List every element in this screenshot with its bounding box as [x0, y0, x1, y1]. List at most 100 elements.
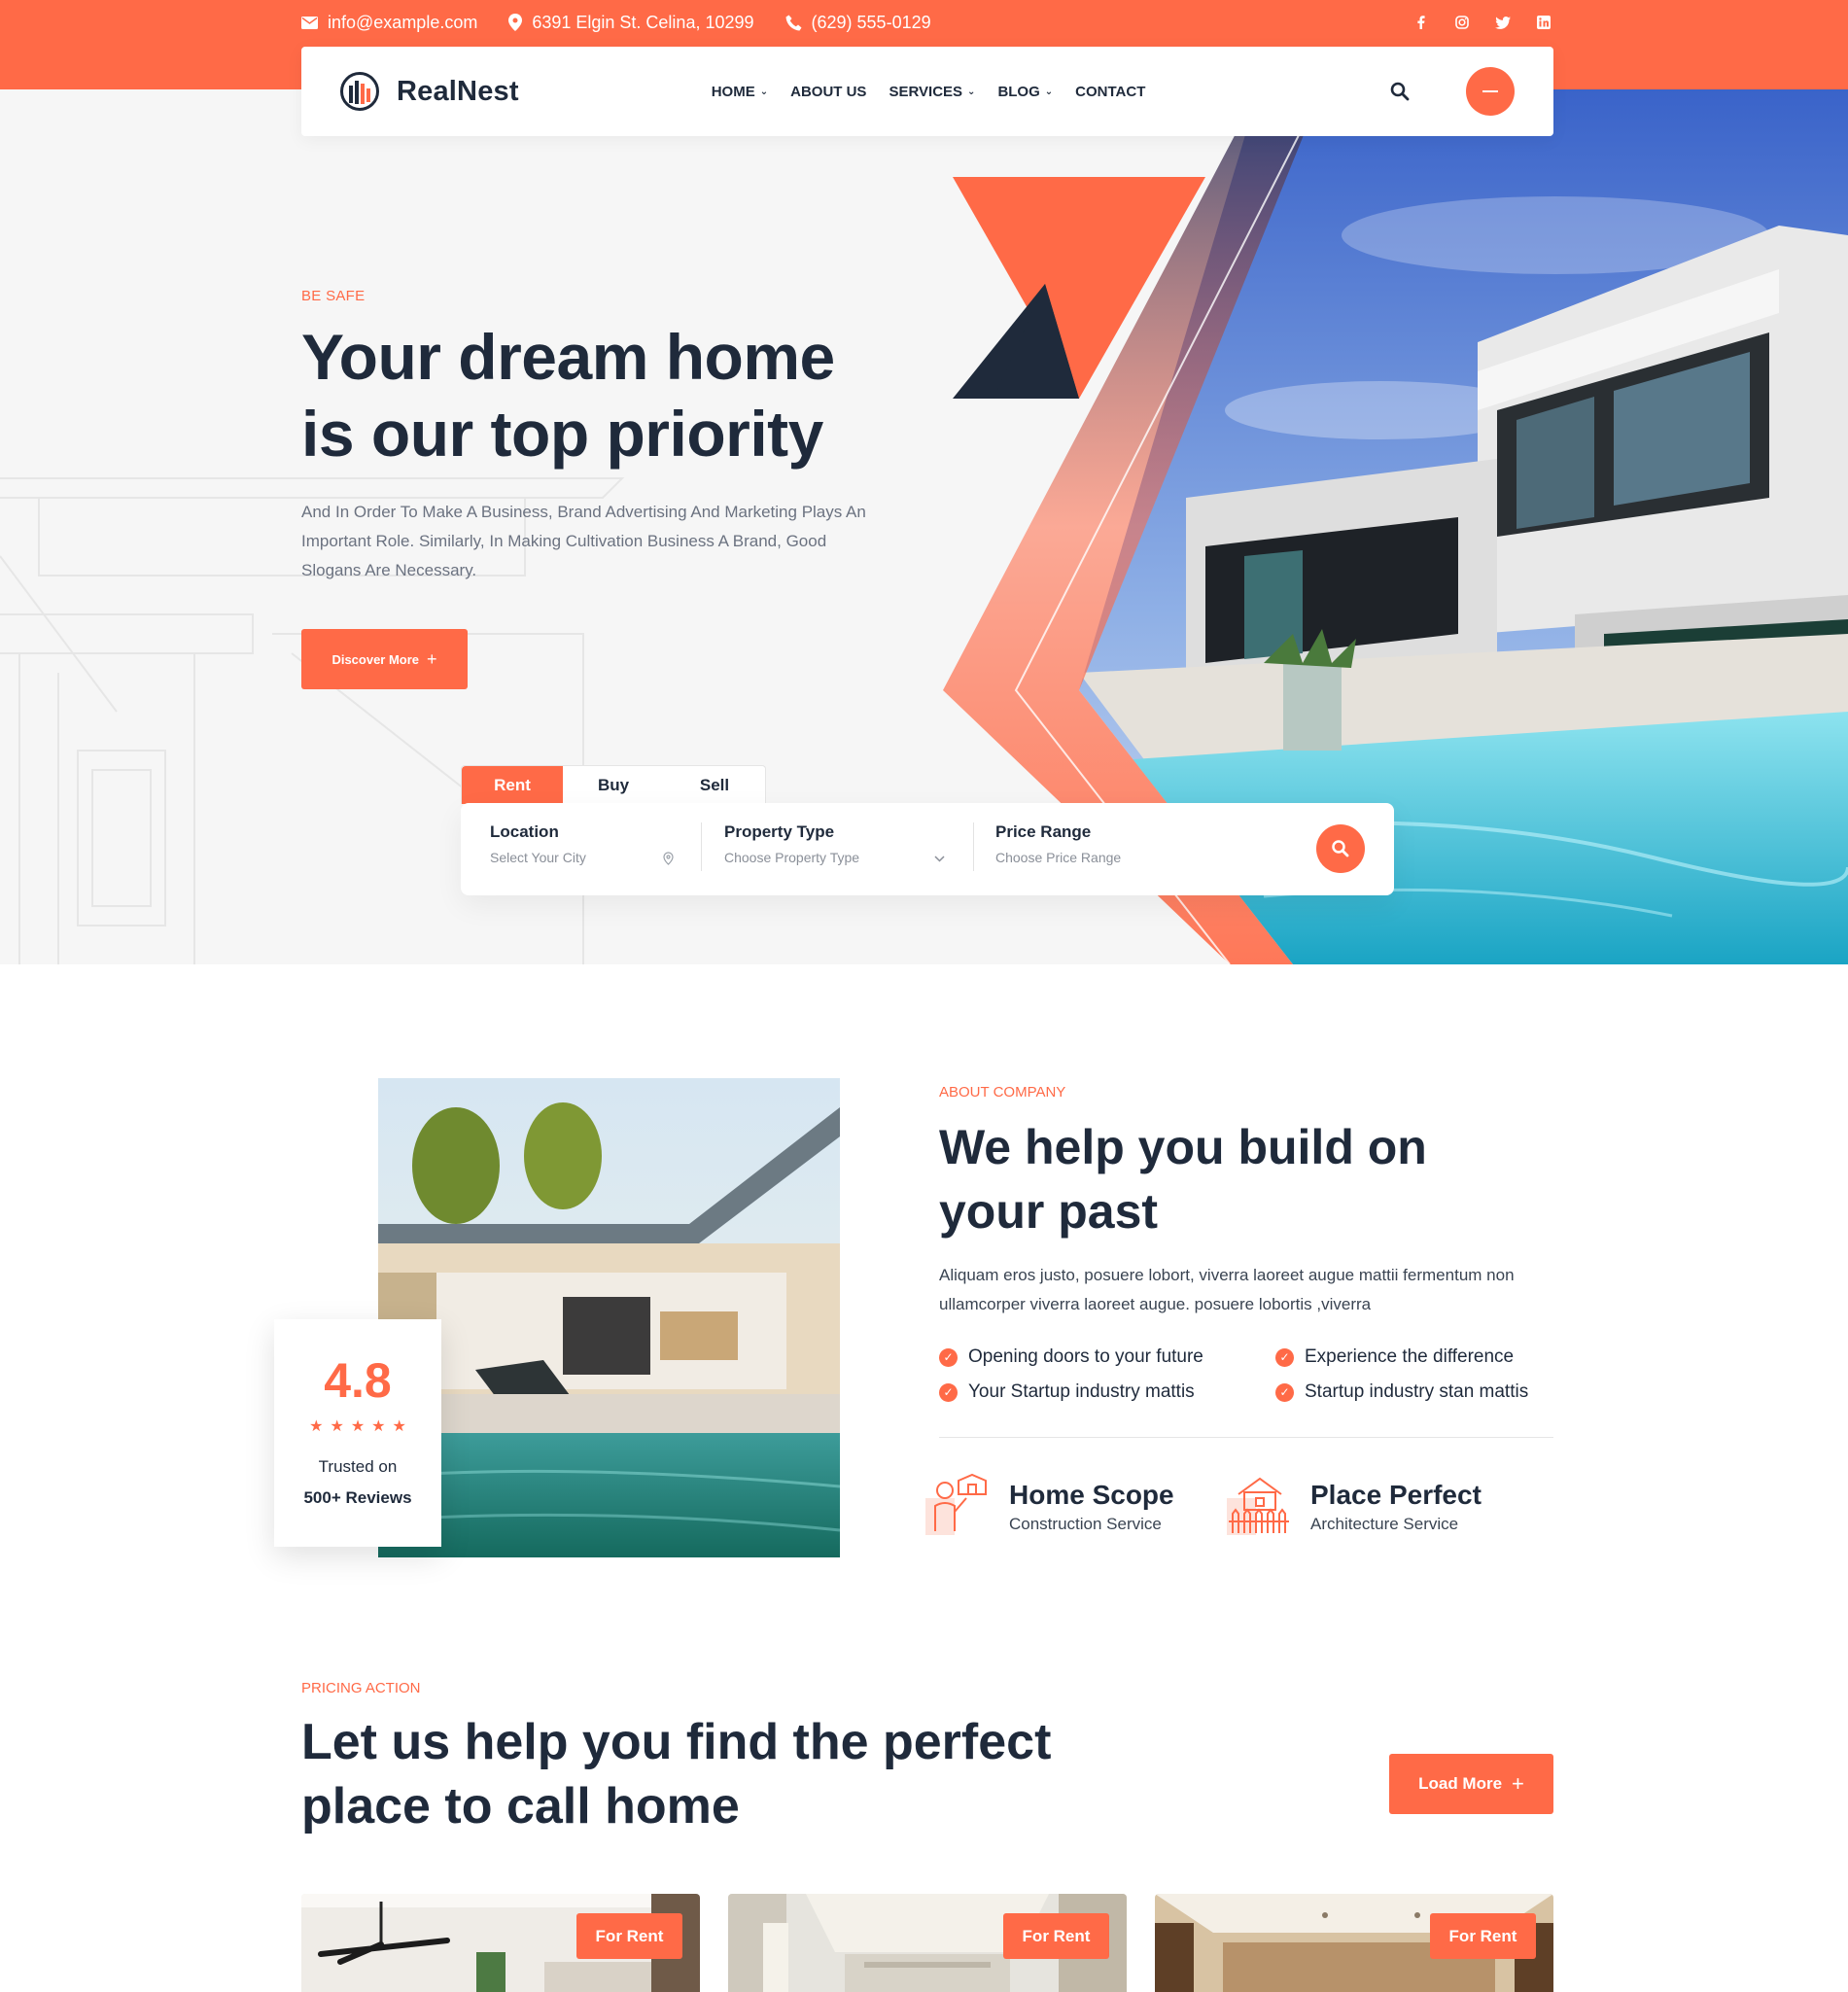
price-range-field[interactable]: Price Range Choose Price Range	[995, 822, 1121, 865]
nav-home[interactable]: HOME ⌄	[712, 84, 768, 100]
chevron-down-icon: ⌄	[967, 86, 976, 97]
phone-link[interactable]: (629) 555-0129	[785, 13, 931, 33]
load-more-label: Load More	[1418, 1774, 1503, 1793]
rating-value: 4.8	[324, 1353, 392, 1408]
twitter-icon[interactable]	[1493, 13, 1513, 32]
chevron-down-icon	[934, 856, 945, 862]
field-divider	[973, 822, 974, 871]
for-rent-badge: For Rent	[1430, 1913, 1536, 1959]
load-more-button[interactable]: Load More +	[1389, 1754, 1553, 1814]
map-pin-icon	[508, 14, 523, 31]
feature-text: Opening doors to your future	[968, 1346, 1203, 1367]
feature-text: Experience the difference	[1305, 1346, 1515, 1367]
property-search-form: Location Select Your City Property Type …	[461, 803, 1394, 895]
feature-text: Your Startup industry mattis	[968, 1381, 1195, 1402]
contact-row: info@example.com 6391 Elgin St. Celina, …	[301, 10, 1553, 35]
construction-worker-icon	[925, 1473, 987, 1535]
address-item: 6391 Elgin St. Celina, 10299	[508, 12, 754, 33]
rating-review-count: 500+ Reviews	[303, 1488, 412, 1507]
menu-icon	[1482, 90, 1498, 92]
social-links	[1412, 13, 1553, 32]
nav-about-label: ABOUT US	[790, 83, 867, 100]
hero-title: Your dream home is our top priority	[301, 321, 835, 470]
nav-services[interactable]: SERVICES ⌄	[889, 84, 975, 100]
main-header: RealNest HOME ⌄ ABOUT US SERVICES ⌄ BLOG ⌄ …	[301, 47, 1553, 136]
service-subtitle: Construction Service	[1009, 1515, 1162, 1533]
instagram-icon[interactable]	[1452, 13, 1472, 32]
property-type-placeholder: Choose Property Type	[724, 850, 860, 865]
logo[interactable]: RealNest	[340, 72, 519, 111]
feature-text: Startup industry stan mattis	[1305, 1381, 1529, 1402]
nav-contact-label: CONTACT	[1075, 83, 1146, 100]
plus-icon: +	[427, 648, 437, 669]
linkedin-icon[interactable]	[1534, 13, 1553, 32]
service-title: Place Perfect	[1310, 1480, 1482, 1510]
hero-description: And In Order To Make A Business, Brand A…	[301, 503, 866, 579]
hero-eyebrow: BE SAFE	[301, 288, 366, 304]
service-place-perfect[interactable]: Place Perfect Architecture Service	[1225, 1473, 1482, 1541]
search-icon[interactable]	[1388, 80, 1412, 103]
check-circle-icon: ✓	[939, 1347, 958, 1367]
nav-home-label: HOME	[711, 83, 755, 100]
service-title: Home Scope	[1009, 1480, 1174, 1510]
rating-card: 4.8 ★★★★★ Trusted on 500+ Reviews	[274, 1319, 441, 1547]
search-tabs: Rent Buy Sell	[461, 765, 766, 804]
facebook-icon[interactable]	[1412, 13, 1431, 32]
five-star-icon: ★★★★★	[309, 1418, 413, 1435]
plus-icon: +	[1512, 1771, 1524, 1796]
property-card[interactable]: For Rent	[1155, 1894, 1553, 1992]
tab-buy[interactable]: Buy	[563, 766, 664, 804]
field-divider	[701, 822, 702, 871]
logo-mark-icon	[340, 72, 379, 111]
location-field[interactable]: Location Select Your City	[490, 822, 586, 865]
pricing-title: Let us help you find the perfect place t…	[301, 1714, 1052, 1835]
price-range-placeholder: Choose Price Range	[995, 850, 1122, 865]
about-house-image	[378, 1078, 840, 1557]
check-circle-icon: ✓	[1275, 1382, 1294, 1402]
nav-blog[interactable]: BLOG ⌄	[997, 84, 1053, 100]
discover-more-button[interactable]: Discover More +	[301, 629, 468, 689]
map-pin-icon	[663, 852, 674, 865]
nav-about-us[interactable]: ABOUT US	[790, 84, 866, 100]
nav-services-label: SERVICES	[889, 83, 963, 100]
for-rent-badge: For Rent	[576, 1913, 682, 1959]
tab-sell[interactable]: Sell	[664, 766, 765, 804]
property-type-label: Property Type	[724, 822, 835, 841]
property-card[interactable]: For Rent	[301, 1894, 700, 1992]
feature-check-item: ✓ Experience the difference	[1275, 1346, 1514, 1368]
search-icon	[1332, 840, 1349, 857]
email-link[interactable]: info@example.com	[301, 13, 477, 33]
feature-check-item: ✓ Startup industry stan mattis	[1275, 1381, 1528, 1403]
check-circle-icon: ✓	[1275, 1347, 1294, 1367]
rating-trusted-text: Trusted on	[318, 1457, 398, 1476]
pricing-eyebrow: PRICING ACTION	[301, 1680, 421, 1696]
property-card[interactable]: For Rent	[728, 1894, 1127, 1992]
phone-text: (629) 555-0129	[811, 12, 931, 32]
envelope-icon	[301, 16, 318, 29]
chevron-down-icon: ⌄	[1044, 86, 1054, 97]
section-divider	[939, 1437, 1553, 1438]
about-title: We help you build on your past	[939, 1120, 1427, 1239]
feature-check-item: ✓ Your Startup industry mattis	[939, 1381, 1195, 1403]
search-submit-button[interactable]	[1316, 824, 1365, 873]
for-rent-badge: For Rent	[1003, 1913, 1109, 1959]
service-home-scope[interactable]: Home Scope Construction Service	[924, 1473, 1174, 1541]
logo-text: RealNest	[397, 75, 519, 107]
location-label: Location	[490, 822, 559, 841]
service-subtitle: Architecture Service	[1310, 1515, 1459, 1533]
property-type-field[interactable]: Property Type Choose Property Type	[724, 822, 859, 865]
house-fence-icon	[1227, 1477, 1289, 1535]
tab-rent[interactable]: Rent	[462, 766, 563, 804]
price-range-label: Price Range	[995, 822, 1092, 841]
menu-toggle-button[interactable]	[1466, 67, 1515, 116]
discover-more-label: Discover More	[331, 651, 420, 667]
nav-blog-label: BLOG	[997, 83, 1040, 100]
address-text: 6391 Elgin St. Celina, 10299	[532, 12, 754, 32]
check-circle-icon: ✓	[939, 1382, 958, 1402]
about-description: Aliquam eros justo, posuere lobort, vive…	[939, 1266, 1515, 1313]
email-text: info@example.com	[328, 12, 478, 32]
about-eyebrow: ABOUT COMPANY	[939, 1084, 1066, 1101]
chevron-down-icon: ⌄	[759, 86, 769, 97]
nav-contact[interactable]: CONTACT	[1075, 84, 1145, 100]
phone-icon	[785, 15, 802, 30]
